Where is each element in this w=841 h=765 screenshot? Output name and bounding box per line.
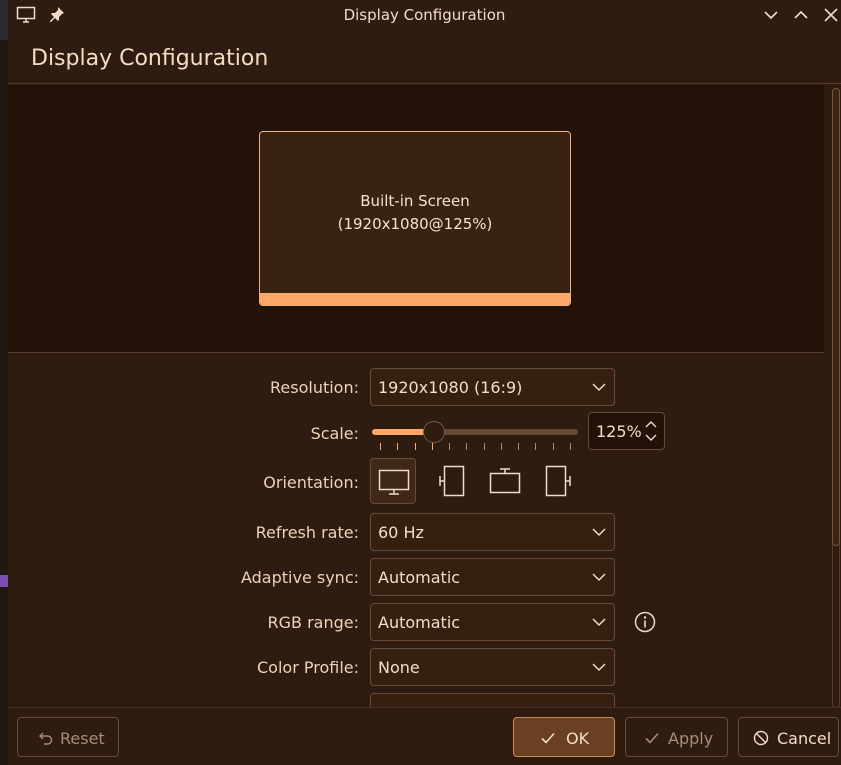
scale-slider[interactable] <box>370 418 580 450</box>
orientation-flipped-button[interactable] <box>482 458 528 504</box>
primary-screen-bar <box>260 293 570 305</box>
ok-button[interactable]: OK <box>513 717 615 757</box>
color-profile-value: None <box>378 658 420 677</box>
refresh-rate-label: Refresh rate: <box>255 523 359 542</box>
chevron-down-icon <box>592 618 606 627</box>
slider-handle[interactable] <box>422 421 445 443</box>
undo-icon <box>39 732 53 745</box>
slider-tick <box>415 443 416 450</box>
rgb-range-value: Automatic <box>378 613 461 632</box>
color-profile-combobox[interactable]: None <box>370 648 615 686</box>
builtin-screen-output[interactable]: Built-in Screen (1920x1080@125%) <box>259 131 571 306</box>
checkmark-icon <box>541 732 555 744</box>
desktop-background <box>0 0 8 765</box>
minimize-icon[interactable] <box>760 5 782 25</box>
portrait-right-icon <box>545 465 571 497</box>
refresh-rate-combobox[interactable]: 60 Hz <box>370 513 615 551</box>
dialog-button-bar: Reset OK Apply Cancel <box>8 707 841 765</box>
chevron-down-icon <box>592 528 606 537</box>
chevron-down-icon <box>592 573 606 582</box>
adaptive-sync-combobox[interactable]: Automatic <box>370 558 615 596</box>
cancel-icon <box>753 730 769 746</box>
orientation-portrait-right-button[interactable] <box>538 458 584 504</box>
screen-name: Built-in Screen <box>360 192 470 210</box>
reset-button[interactable]: Reset <box>17 717 119 757</box>
orientation-landscape-button[interactable] <box>370 458 416 504</box>
landscape-icon <box>378 469 410 495</box>
slider-tick <box>535 443 536 450</box>
adaptive-sync-value: Automatic <box>378 568 461 587</box>
rgb-range-label: RGB range: <box>267 613 360 632</box>
slider-tick <box>570 443 571 450</box>
scale-spinbox[interactable]: 125% <box>588 412 665 450</box>
spin-up-icon[interactable] <box>644 418 658 430</box>
display-configuration-window: Display Configuration Display Configurat… <box>8 0 841 765</box>
cancel-label: Cancel <box>777 729 832 748</box>
chevron-down-icon <box>592 663 606 672</box>
refresh-rate-value: 60 Hz <box>378 523 424 542</box>
spin-down-icon[interactable] <box>644 432 658 444</box>
info-icon[interactable] <box>634 611 656 633</box>
ok-label: OK <box>566 729 590 748</box>
scale-label: Scale: <box>310 424 359 443</box>
portrait-left-icon <box>439 465 465 497</box>
slider-tick <box>466 443 467 450</box>
resolution-value: 1920x1080 (16:9) <box>378 378 523 397</box>
orientation-label: Orientation: <box>263 473 359 492</box>
slider-tick <box>501 443 502 450</box>
next-setting-combobox-partial[interactable] <box>370 693 615 707</box>
checkmark-icon <box>645 732 659 744</box>
display-settings-form: Resolution: 1920x1080 (16:9) Scale: 125%… <box>8 354 824 707</box>
rgb-range-combobox[interactable]: Automatic <box>370 603 615 641</box>
title-bar[interactable]: Display Configuration <box>8 0 841 30</box>
slider-tick <box>449 443 450 450</box>
slider-tick <box>518 443 519 450</box>
adaptive-sync-label: Adaptive sync: <box>240 568 359 587</box>
page-title: Display Configuration <box>31 46 269 71</box>
resolution-label: Resolution: <box>270 378 359 397</box>
slider-tick <box>432 443 433 450</box>
maximize-icon[interactable] <box>790 5 812 25</box>
slider-tick <box>484 443 485 450</box>
cancel-button[interactable]: Cancel <box>738 717 839 757</box>
close-icon[interactable] <box>820 5 841 25</box>
orientation-portrait-left-button[interactable] <box>426 458 472 504</box>
apply-button[interactable]: Apply <box>625 717 728 757</box>
slider-tick <box>380 443 381 450</box>
screen-mode: (1920x1080@125%) <box>337 215 493 233</box>
landscape-flipped-icon <box>489 468 521 494</box>
scrollbar-thumb[interactable] <box>832 88 840 546</box>
reset-label: Reset <box>60 729 105 748</box>
display-preview-area: Built-in Screen (1920x1080@125%) <box>8 85 824 353</box>
resolution-combobox[interactable]: 1920x1080 (16:9) <box>370 368 615 406</box>
color-profile-label: Color Profile: <box>257 658 359 677</box>
apply-label: Apply <box>668 729 714 748</box>
vertical-scrollbar[interactable] <box>831 88 841 708</box>
slider-tick <box>397 443 398 450</box>
slider-tick <box>553 443 554 450</box>
page-header: Display Configuration <box>8 34 841 84</box>
scale-value: 125% <box>596 422 642 441</box>
window-title: Display Configuration <box>343 6 506 24</box>
chevron-down-icon <box>592 383 606 392</box>
